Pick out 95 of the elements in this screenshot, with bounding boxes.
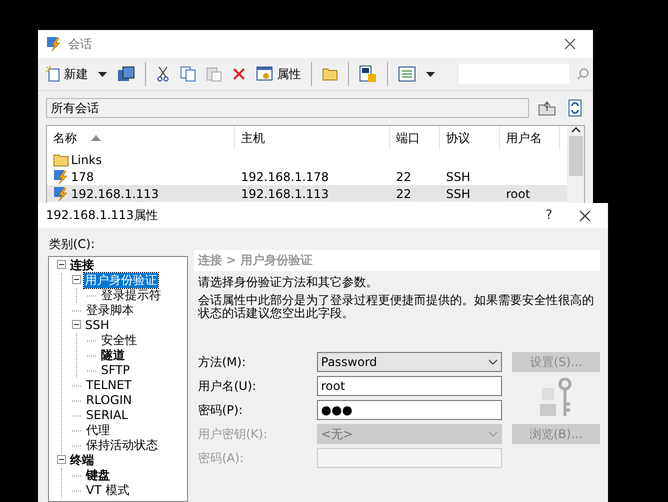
note-text: 会话属性中此部分是为了登录过程更便捷而提供的。如果需要安全性很高的状态的话建议您空出此字段。 bbox=[198, 294, 595, 320]
tree-item[interactable]: 登录脚本 bbox=[85, 303, 135, 318]
field-label: 用户密钥(K): bbox=[198, 426, 268, 442]
field-label: 密码(A): bbox=[198, 450, 245, 466]
tree-line bbox=[72, 474, 82, 476]
properties-button[interactable]: 属性 bbox=[253, 64, 304, 84]
field-label: 密码(P): bbox=[198, 402, 244, 418]
refresh-icon bbox=[568, 99, 582, 117]
window-title: 会话 bbox=[68, 36, 93, 52]
tree-item[interactable]: SSH bbox=[84, 318, 110, 333]
tree-line bbox=[87, 294, 97, 296]
windows-icon bbox=[117, 66, 135, 82]
paste-icon bbox=[206, 66, 222, 82]
collapse-icon[interactable] bbox=[57, 455, 66, 464]
tree-item[interactable]: VT 模式 bbox=[85, 483, 130, 498]
up-folder-icon bbox=[538, 100, 556, 116]
session-icon bbox=[53, 186, 69, 202]
scroll-up-icon bbox=[570, 126, 580, 134]
tree-line bbox=[87, 354, 97, 356]
delete-icon bbox=[232, 67, 246, 81]
field-label: 方法(M): bbox=[198, 354, 247, 370]
tree-line bbox=[72, 490, 82, 492]
tree-item[interactable]: SFTP bbox=[100, 363, 131, 378]
search-icon bbox=[577, 68, 589, 80]
tree-item[interactable]: 登录提示符 bbox=[100, 288, 162, 303]
select-field[interactable]: Password bbox=[317, 352, 502, 372]
table-cell-text: 192.168.1.178 bbox=[240, 170, 330, 184]
chevron-down-icon bbox=[488, 431, 498, 437]
tree-item[interactable]: RLOGIN bbox=[85, 393, 133, 408]
table-cell: Links bbox=[47, 152, 235, 166]
tree-item[interactable]: 代理 bbox=[85, 423, 111, 438]
close-icon bbox=[579, 210, 591, 222]
session-row[interactable]: 192.168.1.113 192.168.1.113 22 SSH root bbox=[47, 185, 567, 202]
table-cell-text: 22 bbox=[395, 186, 412, 200]
tree-line bbox=[72, 384, 82, 386]
intro-text: 请选择身份验证方法和其它参数。 bbox=[198, 276, 379, 289]
session-icon bbox=[53, 168, 69, 184]
session-row[interactable]: 178 192.168.1.178 22 SSH bbox=[47, 168, 567, 185]
path-field[interactable]: 所有会话 bbox=[46, 98, 529, 118]
properties-icon bbox=[256, 66, 274, 82]
session-icon bbox=[46, 36, 62, 52]
tree-line bbox=[72, 310, 82, 312]
tree-item[interactable]: 保持活动状态 bbox=[85, 438, 159, 453]
dropdown-button[interactable] bbox=[95, 70, 110, 78]
copy-icon bbox=[180, 66, 196, 82]
field-label: 用户名(U): bbox=[198, 378, 258, 394]
dialog-title: 192.168.1.113属性 bbox=[46, 207, 159, 224]
table-cell-text: root bbox=[505, 186, 532, 200]
scissors-icon bbox=[156, 66, 170, 82]
dropdown-button[interactable] bbox=[423, 70, 438, 78]
table-cell-text: 22 bbox=[395, 170, 412, 184]
column-header[interactable]: 主机 bbox=[235, 126, 390, 150]
tree-item[interactable]: 终端 bbox=[69, 453, 95, 468]
help-button[interactable]: ? bbox=[534, 204, 564, 228]
tree-item[interactable]: 用户身份验证 bbox=[84, 273, 158, 288]
table-cell-text: SSH bbox=[445, 186, 472, 200]
tree-item[interactable]: 连接 bbox=[69, 258, 95, 273]
column-header[interactable]: 端口 bbox=[390, 126, 440, 150]
caret-icon bbox=[98, 72, 107, 76]
tree-line bbox=[72, 444, 82, 446]
tree-item[interactable]: SERIAL bbox=[85, 408, 129, 423]
new-document-icon bbox=[45, 66, 61, 82]
category-label: 类别(C): bbox=[49, 236, 96, 253]
collapse-icon[interactable] bbox=[57, 260, 66, 269]
folder-icon bbox=[53, 152, 69, 166]
collapse-icon[interactable] bbox=[72, 275, 81, 284]
column-header[interactable]: 用户名 bbox=[500, 126, 560, 150]
tree-item[interactable]: TELNET bbox=[85, 378, 132, 393]
tree-line bbox=[87, 370, 97, 372]
column-header[interactable]: 名称 bbox=[47, 126, 235, 150]
caret-icon bbox=[426, 72, 435, 76]
table-cell: 178 bbox=[47, 168, 235, 184]
chevron-down-icon bbox=[488, 359, 498, 365]
session-row[interactable]: Links bbox=[47, 151, 567, 168]
folder-icon bbox=[322, 67, 338, 81]
table-cell-text: SSH bbox=[445, 170, 472, 184]
column-header[interactable]: 协议 bbox=[440, 126, 500, 150]
tree-line bbox=[87, 340, 97, 342]
user-key-icon bbox=[539, 378, 573, 418]
tree-line bbox=[72, 430, 82, 432]
tree-item[interactable]: 安全性 bbox=[100, 333, 138, 348]
input-field[interactable]: ●●● bbox=[317, 400, 502, 420]
tree-item[interactable]: 隧道 bbox=[100, 348, 126, 363]
close-icon bbox=[564, 38, 576, 50]
new-button[interactable]: 新建 bbox=[42, 64, 91, 84]
tree-line bbox=[72, 400, 82, 402]
collapse-icon[interactable] bbox=[72, 320, 81, 329]
breadcrumb: 连接 > 用户身份验证 bbox=[194, 250, 600, 271]
table-cell-text: 192.168.1.113 bbox=[240, 186, 330, 200]
tree-line bbox=[72, 414, 82, 416]
tree-item[interactable]: 键盘 bbox=[85, 468, 111, 483]
sort-icon bbox=[91, 135, 101, 141]
table-cell: 192.168.1.113 bbox=[47, 186, 235, 202]
input-field[interactable]: root bbox=[317, 376, 502, 396]
list-view-icon bbox=[398, 66, 416, 82]
